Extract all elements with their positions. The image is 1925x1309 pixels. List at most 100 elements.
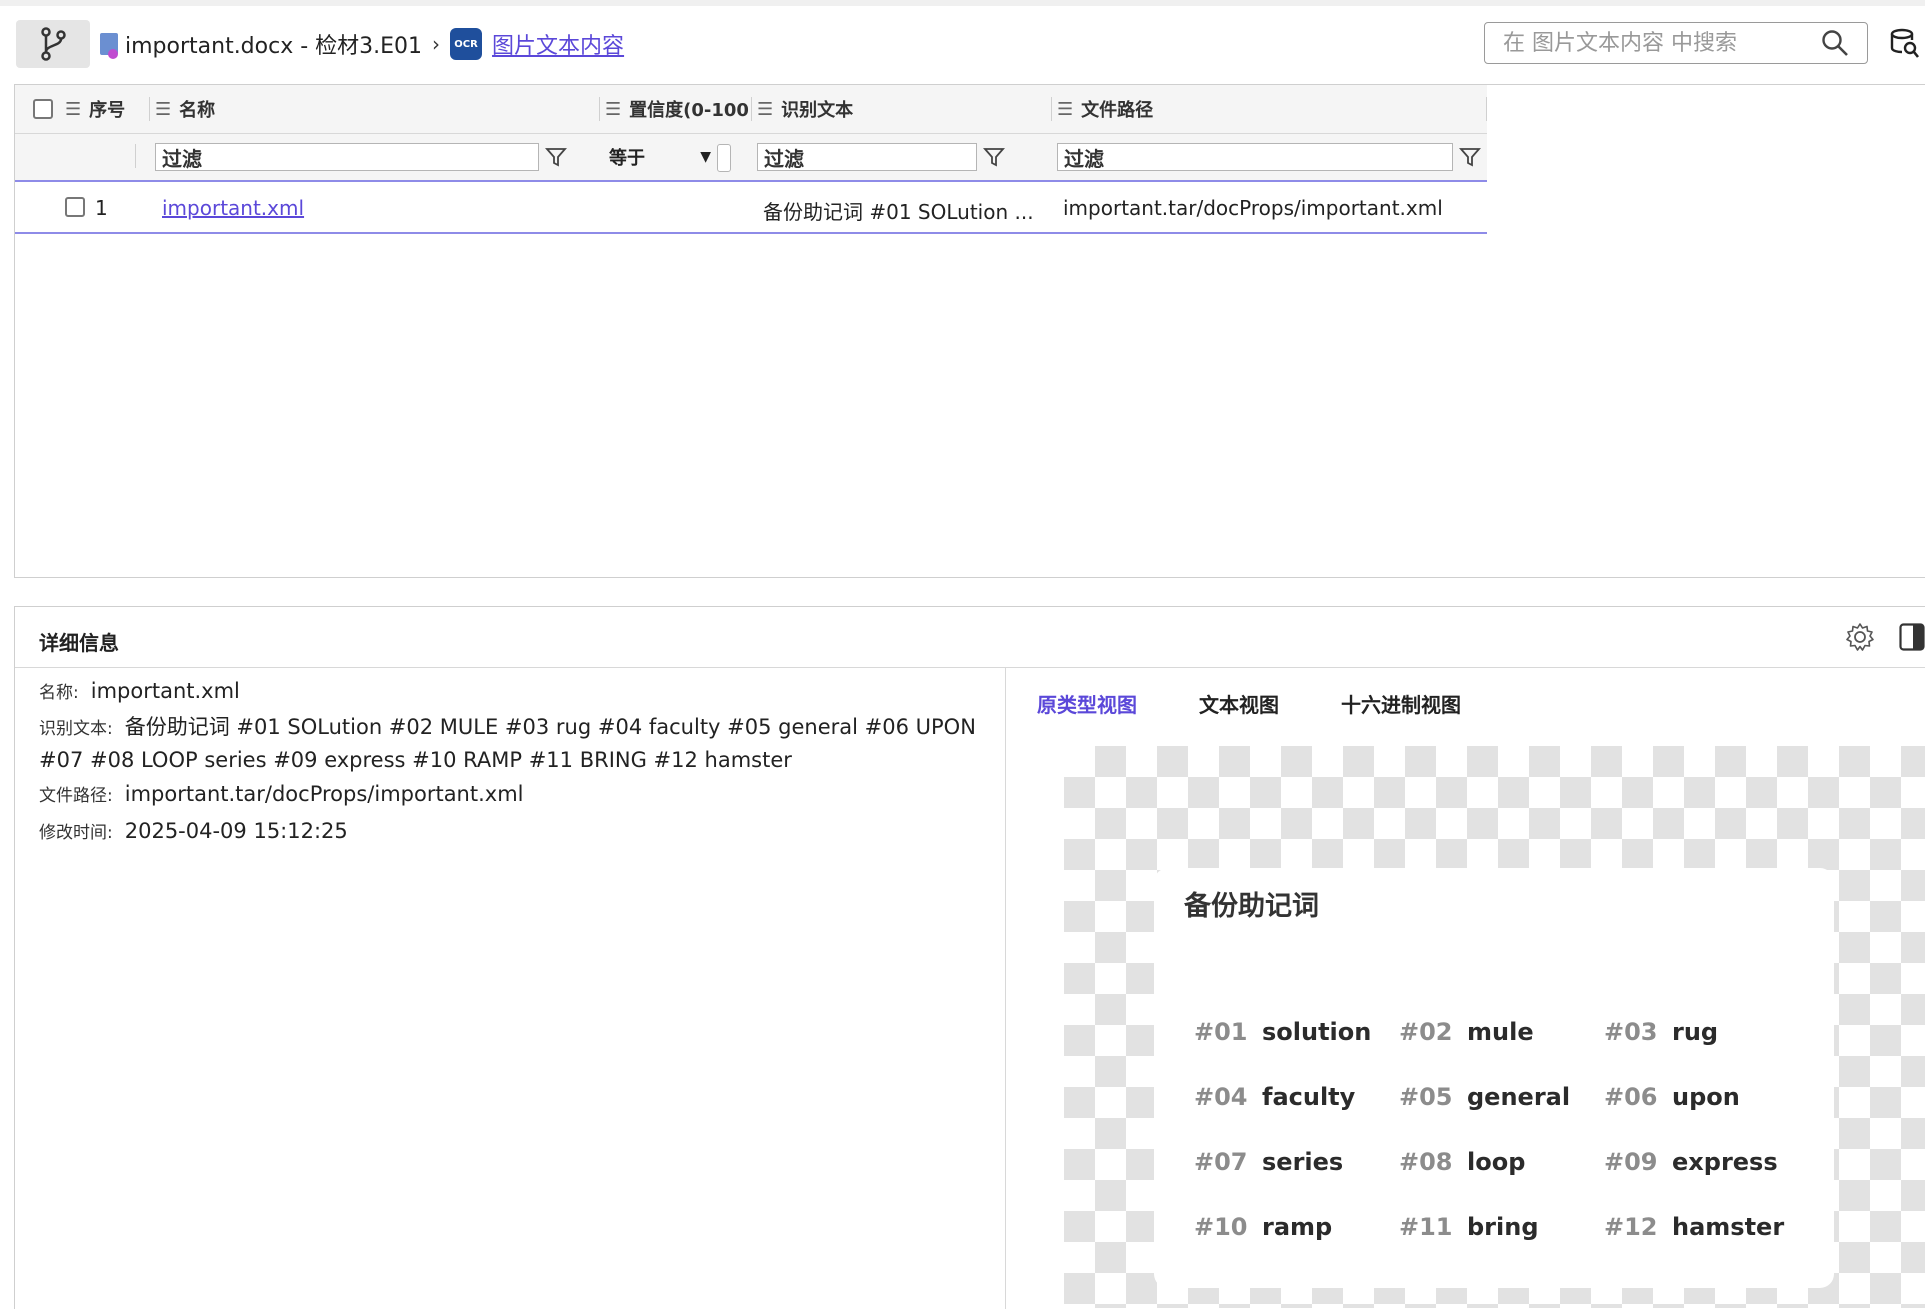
top-strip [0,0,1925,6]
mnemonic-number: #08 [1399,1148,1453,1176]
confidence-value-input[interactable] [717,144,731,172]
filter-row: 过滤 等于 ▼ 过滤 过滤 [15,134,1487,182]
preview-image-card: 备份助记词 #01 solution #02 mule #03 rug #04 faculty… [1154,868,1834,1288]
breadcrumb-separator: › [432,32,441,56]
column-menu-icon: ☰ [757,98,774,120]
detail-field-path: 文件路径: important.tar/docProps/important.xm… [39,779,999,812]
mnemonic-word: #04 faculty [1194,1083,1355,1111]
column-header-file-path[interactable]: ☰ 文件路径 [1057,85,1457,133]
mnemonic-number: #12 [1604,1213,1658,1241]
column-header-index[interactable]: ☰ 序号 [65,85,145,133]
table-header: ☰ 序号 ☰ 名称 ☰ 置信度(0-100 ☰ 识别文本 ☰ 文件路径 [15,85,1487,134]
filter-icon[interactable] [1459,146,1481,168]
column-menu-icon: ☰ [605,98,622,120]
search-box [1484,22,1868,64]
mnemonic-text: series [1262,1148,1344,1176]
column-label: 文件路径 [1081,100,1154,121]
mnemonic-number: #11 [1399,1213,1453,1241]
select-all-checkbox[interactable] [33,99,53,119]
branch-button[interactable] [16,20,90,68]
detail-field-ocr-text: 识别文本: 备份助记词 #01 SOLution #02 MULE #03 rug… [39,712,999,776]
breadcrumb-current[interactable]: 图片文本内容 [492,28,624,60]
ocr-icon: OCR [450,28,483,60]
mnemonic-word: #11 bring [1399,1213,1539,1241]
mnemonic-number: #01 [1194,1018,1248,1046]
breadcrumb-file[interactable]: important.docx - 检材3.E01 [125,28,422,60]
mnemonic-text: mule [1467,1018,1534,1046]
preview-title: 备份助记词 [1184,891,1319,922]
detail-field-name: 名称: important.xml [39,676,999,709]
mnemonic-word: #08 loop [1399,1148,1525,1176]
row-ocr-text: 备份助记词 #01 SOLution ... [763,200,1034,224]
filter-icon[interactable] [545,146,567,168]
image-preview: 备份助记词 #01 solution #02 mule #03 rug #04 faculty… [1064,746,1925,1308]
column-divider[interactable] [149,97,150,121]
detail-title: 详细信息 [39,631,119,655]
mnemonic-text: general [1467,1083,1571,1111]
mnemonic-number: #04 [1194,1083,1248,1111]
mnemonic-text: faculty [1262,1083,1356,1111]
search-icon[interactable] [1821,29,1849,57]
field-value: 备份助记词 #01 SOLution #02 MULE #03 rug #04 … [39,715,976,772]
docx-file-icon [100,33,118,59]
branch-icon [41,27,66,61]
column-divider[interactable] [599,97,600,121]
ocr-text-filter-input[interactable]: 过滤 [757,143,977,171]
mnemonic-text: hamster [1672,1213,1785,1241]
view-tabs: 原类型视图 文本视图 十六进制视图 [1037,689,1523,718]
mnemonic-number: #07 [1194,1148,1248,1176]
mnemonic-word: #01 solution [1194,1018,1371,1046]
mnemonic-word: #06 upon [1604,1083,1740,1111]
tab-text-view[interactable]: 文本视图 [1199,689,1279,718]
mnemonic-text: rug [1672,1018,1719,1046]
field-key: 名称: [39,683,79,703]
mnemonic-text: ramp [1262,1213,1333,1241]
detail-header: 详细信息 [15,607,1925,668]
breadcrumb: important.docx - 检材3.E01 › OCR 图片文本内容 [125,28,624,60]
mnemonic-word: #02 mule [1399,1018,1534,1046]
row-file-path: important.tar/docProps/important.xml [1063,196,1443,220]
mnemonic-number: #02 [1399,1018,1453,1046]
select-all-header [33,85,63,133]
mnemonic-word: #10 ramp [1194,1213,1332,1241]
column-divider[interactable] [751,97,752,121]
select-value: 等于 [609,148,645,169]
filter-icon[interactable] [983,146,1005,168]
gear-icon[interactable] [1845,622,1875,652]
field-key: 文件路径: [39,786,113,806]
mnemonic-number: #05 [1399,1083,1453,1111]
column-divider[interactable] [1051,97,1052,121]
results-table: ☰ 序号 ☰ 名称 ☰ 置信度(0-100 ☰ 识别文本 ☰ 文件路径 过滤 等… [14,84,1925,578]
row-checkbox[interactable] [65,197,85,217]
row-name-link[interactable]: important.xml [162,196,304,220]
column-menu-icon: ☰ [1057,98,1074,120]
detail-fields: 名称: important.xml 识别文本: 备份助记词 #01 SOLution… [15,668,1006,1309]
side-panel-toggle-icon[interactable] [1899,623,1925,651]
column-label: 置信度(0-100 [629,100,749,121]
column-header-ocr-text[interactable]: ☰ 识别文本 [757,85,1047,133]
column-label: 识别文本 [781,100,854,121]
column-menu-icon: ☰ [155,98,172,120]
column-header-confidence[interactable]: ☰ 置信度(0-100 [605,85,749,133]
mnemonic-number: #09 [1604,1148,1658,1176]
row-index: 1 [95,196,108,220]
name-filter-input[interactable]: 过滤 [155,143,539,171]
column-header-name[interactable]: ☰ 名称 [155,85,595,133]
field-value: important.tar/docProps/important.xml [124,782,524,806]
mnemonic-number: #06 [1604,1083,1658,1111]
column-divider [135,144,136,168]
file-path-filter-input[interactable]: 过滤 [1057,143,1453,171]
search-input[interactable] [1501,29,1805,57]
column-divider[interactable] [1486,97,1487,121]
database-search-icon[interactable] [1890,28,1920,60]
mnemonic-text: upon [1672,1083,1740,1111]
mnemonic-number: #03 [1604,1018,1658,1046]
mnemonic-text: express [1672,1148,1778,1176]
column-label: 名称 [179,100,216,121]
mnemonic-word: #09 express [1604,1148,1778,1176]
tab-hex-view[interactable]: 十六进制视图 [1341,689,1461,718]
table-row[interactable]: 1 important.xml 备份助记词 #01 SOLution ... i… [15,182,1487,234]
tab-native-view[interactable]: 原类型视图 [1037,689,1137,718]
confidence-operator-select[interactable]: 等于 ▼ [609,143,719,171]
chevron-down-icon: ▼ [700,149,711,165]
